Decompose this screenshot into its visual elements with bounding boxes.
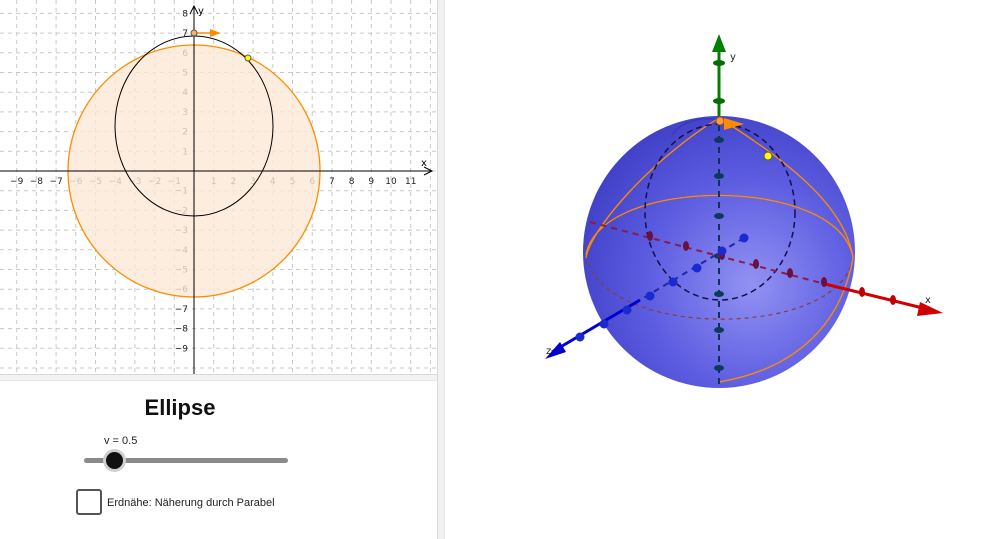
y-axis-tick (714, 327, 724, 333)
graphics-view-3d[interactable]: y x z (445, 0, 984, 539)
x-tick-label: −7 (49, 177, 62, 187)
panel-title: Ellipse (144, 395, 216, 420)
x-axis-tick (683, 241, 689, 251)
y-tick-label: −9 (175, 344, 189, 354)
z-axis-tick (622, 305, 632, 315)
x-tick-label: −9 (10, 177, 24, 187)
slider-knob[interactable] (106, 452, 124, 469)
z-axis-tick (645, 291, 655, 301)
z-axis-tick (692, 263, 702, 273)
z-axis-tick (717, 246, 727, 256)
x-tick-label: 10 (385, 177, 397, 187)
x-tick-label: 11 (405, 177, 416, 187)
x-axis-tick (821, 277, 827, 287)
start-point-3d[interactable] (715, 116, 725, 126)
z-axis-tick (739, 233, 749, 243)
x-axis-tick (753, 259, 759, 269)
vertical-splitter[interactable] (437, 0, 445, 539)
x-axis-tick (787, 268, 793, 278)
z-axis-tick (668, 277, 678, 287)
x-axis-3d-label: x (925, 295, 931, 306)
satellite-point[interactable] (244, 54, 252, 62)
x-tick-label: 8 (349, 177, 355, 187)
z-axis-tick (575, 332, 585, 342)
y-axis-tick (714, 291, 724, 297)
y-axis-tick (713, 98, 725, 104)
y-tick-label: 7 (182, 29, 188, 39)
start-point[interactable] (190, 29, 198, 37)
y-axis-tick (714, 365, 724, 371)
y-axis-3d-label: y (730, 52, 736, 63)
z-axis-tick (599, 319, 609, 329)
y-axis-tick (714, 213, 724, 219)
x-axis-tick (890, 295, 896, 305)
graphics-view-2d[interactable]: −9−8−7−6−5−4−3−2−11234567891011−9−8−7−6−… (0, 0, 440, 374)
y-axis-tick (714, 173, 724, 179)
slider-label: v = 0.5 (104, 435, 138, 447)
x-tick-label: −8 (30, 177, 44, 187)
x-tick-label: 7 (329, 177, 335, 187)
x-axis-tick (647, 231, 653, 241)
y-tick-label: −7 (175, 305, 188, 315)
satellite-point-3d[interactable] (763, 151, 773, 161)
horizontal-splitter[interactable] (0, 374, 440, 381)
y-axis-tick (713, 60, 725, 66)
y-axis-tick (714, 137, 724, 143)
y-tick-label: 8 (182, 9, 188, 19)
controls-panel: Ellipse v = 0.5 Erdnähe: Näherung durch … (0, 381, 437, 539)
x-tick-label: 9 (368, 177, 374, 187)
y-axis-label: y (198, 6, 204, 17)
x-axis-label: x (421, 158, 427, 169)
x-axis-tick (859, 287, 865, 297)
parabola-checkbox-label: Erdnähe: Näherung durch Parabel (107, 497, 275, 509)
z-axis-3d-label: z (546, 346, 551, 357)
parabola-checkbox[interactable] (76, 489, 102, 515)
y-tick-label: −8 (175, 325, 189, 335)
